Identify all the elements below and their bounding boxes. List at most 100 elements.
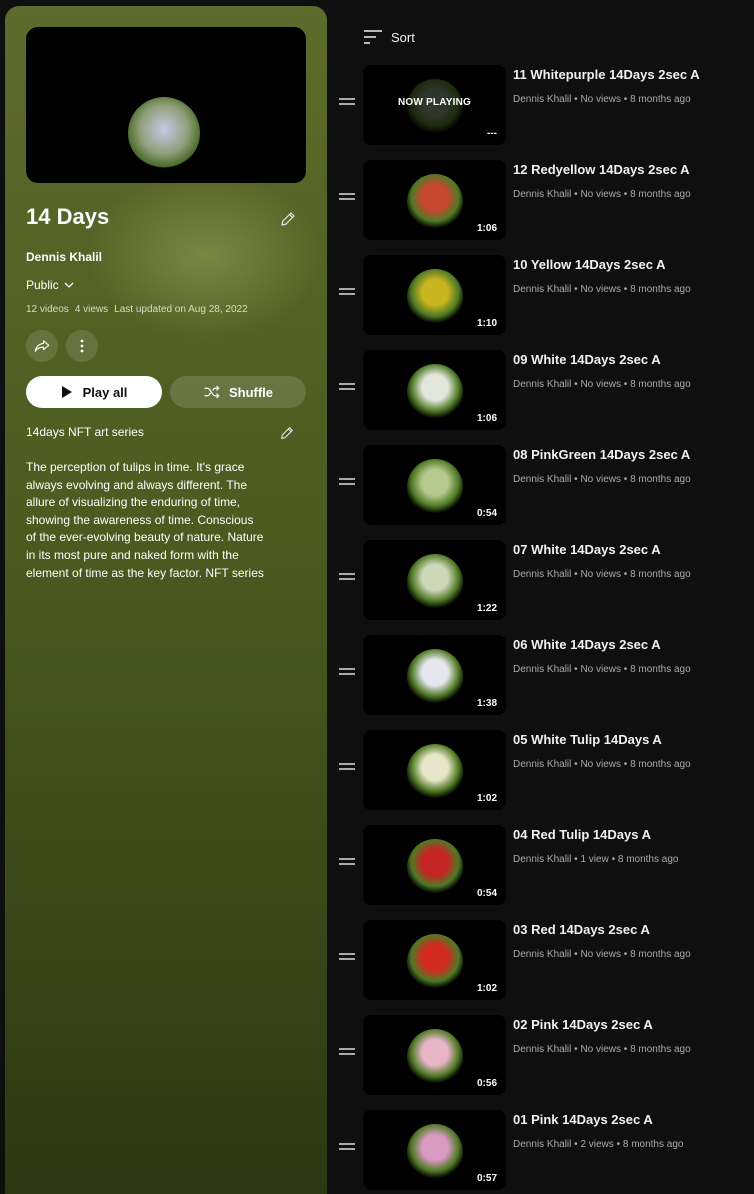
video-duration: 1:02 [473,982,500,995]
playlist-title: 14 Days [26,204,110,229]
video-title[interactable]: 11 Whitepurple 14Days 2sec A [513,67,700,82]
playlist-video-item[interactable]: 1:02 03 Red 14Days 2sec A Dennis Khalil • … [330,918,754,1013]
video-views: 1 view [580,854,609,865]
video-channel[interactable]: Dennis Khalil [513,569,571,580]
edit-title-icon[interactable] [277,208,299,230]
video-thumbnail[interactable]: 0:54 [363,825,506,905]
video-title[interactable]: 09 White 14Days 2sec A [513,352,661,367]
drag-handle-icon[interactable] [339,1143,355,1153]
shuffle-button[interactable]: Shuffle [170,376,306,408]
video-title[interactable]: 10 Yellow 14Days 2sec A [513,257,666,272]
video-channel[interactable]: Dennis Khalil [513,854,571,865]
video-thumbnail[interactable]: 1:06 [363,160,506,240]
meta-separator: • [621,664,631,675]
drag-handle-icon[interactable] [339,573,355,583]
video-age: 8 months ago [630,1044,691,1055]
meta-separator: • [621,1044,631,1055]
video-title[interactable]: 08 PinkGreen 14Days 2sec A [513,447,690,462]
playlist-video-item[interactable]: 1:22 07 White 14Days 2sec A Dennis Khalil … [330,538,754,633]
playlist-series-title: 14days NFT art series [26,425,144,439]
thumbnail-flower-image [407,459,463,515]
thumbnail-flower-image [407,839,463,895]
drag-handle-icon[interactable] [339,858,355,868]
playlist-video-item[interactable]: NOW PLAYING --- 11 Whitepurple 14Days 2sec… [330,63,754,158]
more-actions-button[interactable] [66,330,98,362]
video-title[interactable]: 07 White 14Days 2sec A [513,542,661,557]
drag-handle-icon[interactable] [339,668,355,678]
video-thumbnail[interactable]: 1:02 [363,920,506,1000]
meta-separator: • [608,854,618,865]
playlist-owner[interactable]: Dennis Khalil [26,250,102,264]
thumbnail-flower-image [407,554,463,610]
playlist-video-item[interactable]: 0:56 02 Pink 14Days 2sec A Dennis Khalil •… [330,1013,754,1108]
playlist-video-item[interactable]: 1:10 10 Yellow 14Days 2sec A Dennis Khalil… [330,253,754,348]
thumbnail-flower-image [407,1029,463,1085]
drag-handle-icon[interactable] [339,288,355,298]
video-thumbnail[interactable]: 0:54 [363,445,506,525]
video-channel[interactable]: Dennis Khalil [513,1044,571,1055]
playlist-cover-thumbnail[interactable] [26,27,306,183]
video-age: 8 months ago [630,949,691,960]
drag-handle-icon[interactable] [339,383,355,393]
view-count: 4 views [74,304,109,315]
video-metadata: Dennis Khalil • No views • 8 months ago [513,379,691,390]
chevron-down-icon [64,282,74,288]
sort-label: Sort [391,29,415,45]
video-duration: 1:06 [473,412,500,425]
drag-handle-icon[interactable] [339,1048,355,1058]
video-title[interactable]: 04 Red Tulip 14Days A [513,827,651,842]
playlist-video-item[interactable]: 1:06 12 Redyellow 14Days 2sec A Dennis Kha… [330,158,754,253]
playlist-video-item[interactable]: 1:02 05 White Tulip 14Days A Dennis Khalil… [330,728,754,823]
video-channel[interactable]: Dennis Khalil [513,379,571,390]
video-title[interactable]: 03 Red 14Days 2sec A [513,922,650,937]
play-all-label: Play all [82,384,128,400]
video-title[interactable]: 02 Pink 14Days 2sec A [513,1017,653,1032]
now-playing-label: NOW PLAYING [398,97,471,108]
drag-handle-icon[interactable] [339,193,355,203]
video-channel[interactable]: Dennis Khalil [513,94,571,105]
video-thumbnail[interactable]: 1:38 [363,635,506,715]
video-age: 8 months ago [630,189,691,200]
share-icon [34,340,50,352]
playlist-video-item[interactable]: 0:54 04 Red Tulip 14Days A Dennis Khalil •… [330,823,754,918]
playlist-description: The perception of tulips in time. It's g… [26,460,264,580]
sort-button[interactable]: Sort [363,29,415,45]
video-thumbnail[interactable]: 1:02 [363,730,506,810]
play-all-button[interactable]: Play all [26,376,162,408]
shuffle-label: Shuffle [228,384,274,400]
drag-handle-icon[interactable] [339,478,355,488]
video-title[interactable]: 12 Redyellow 14Days 2sec A [513,162,690,177]
playlist-stats: 12 videos 4 views Last updated on Aug 28… [26,304,248,315]
video-title[interactable]: 05 White Tulip 14Days A [513,732,662,747]
video-title[interactable]: 06 White 14Days 2sec A [513,637,661,652]
video-views: No views [580,569,622,580]
playlist-video-item[interactable]: 1:38 06 White 14Days 2sec A Dennis Khalil … [330,633,754,728]
video-channel[interactable]: Dennis Khalil [513,949,571,960]
edit-description-icon[interactable] [277,423,297,443]
playlist-video-item[interactable]: 1:06 09 White 14Days 2sec A Dennis Khalil … [330,348,754,443]
more-vert-icon [80,339,84,353]
drag-handle-icon[interactable] [339,953,355,963]
video-metadata: Dennis Khalil • No views • 8 months ago [513,189,691,200]
video-thumbnail[interactable]: 1:10 [363,255,506,335]
video-channel[interactable]: Dennis Khalil [513,759,571,770]
video-thumbnail[interactable]: 0:56 [363,1015,506,1095]
thumbnail-flower-image [407,1124,463,1180]
drag-handle-icon[interactable] [339,98,355,108]
video-channel[interactable]: Dennis Khalil [513,189,571,200]
video-title[interactable]: 01 Pink 14Days 2sec A [513,1112,653,1127]
video-channel[interactable]: Dennis Khalil [513,474,571,485]
video-thumbnail[interactable]: 0:57 [363,1110,506,1190]
video-thumbnail[interactable]: NOW PLAYING --- [363,65,506,145]
video-channel[interactable]: Dennis Khalil [513,284,571,295]
video-thumbnail[interactable]: 1:06 [363,350,506,430]
drag-handle-icon[interactable] [339,763,355,773]
meta-separator: • [621,569,631,580]
video-channel[interactable]: Dennis Khalil [513,1139,571,1150]
video-thumbnail[interactable]: 1:22 [363,540,506,620]
playlist-video-item[interactable]: 0:54 08 PinkGreen 14Days 2sec A Dennis Kha… [330,443,754,538]
playlist-video-item[interactable]: 0:57 01 Pink 14Days 2sec A Dennis Khalil •… [330,1108,754,1194]
privacy-dropdown[interactable]: Public [26,278,75,292]
share-button[interactable] [26,330,58,362]
video-channel[interactable]: Dennis Khalil [513,664,571,675]
